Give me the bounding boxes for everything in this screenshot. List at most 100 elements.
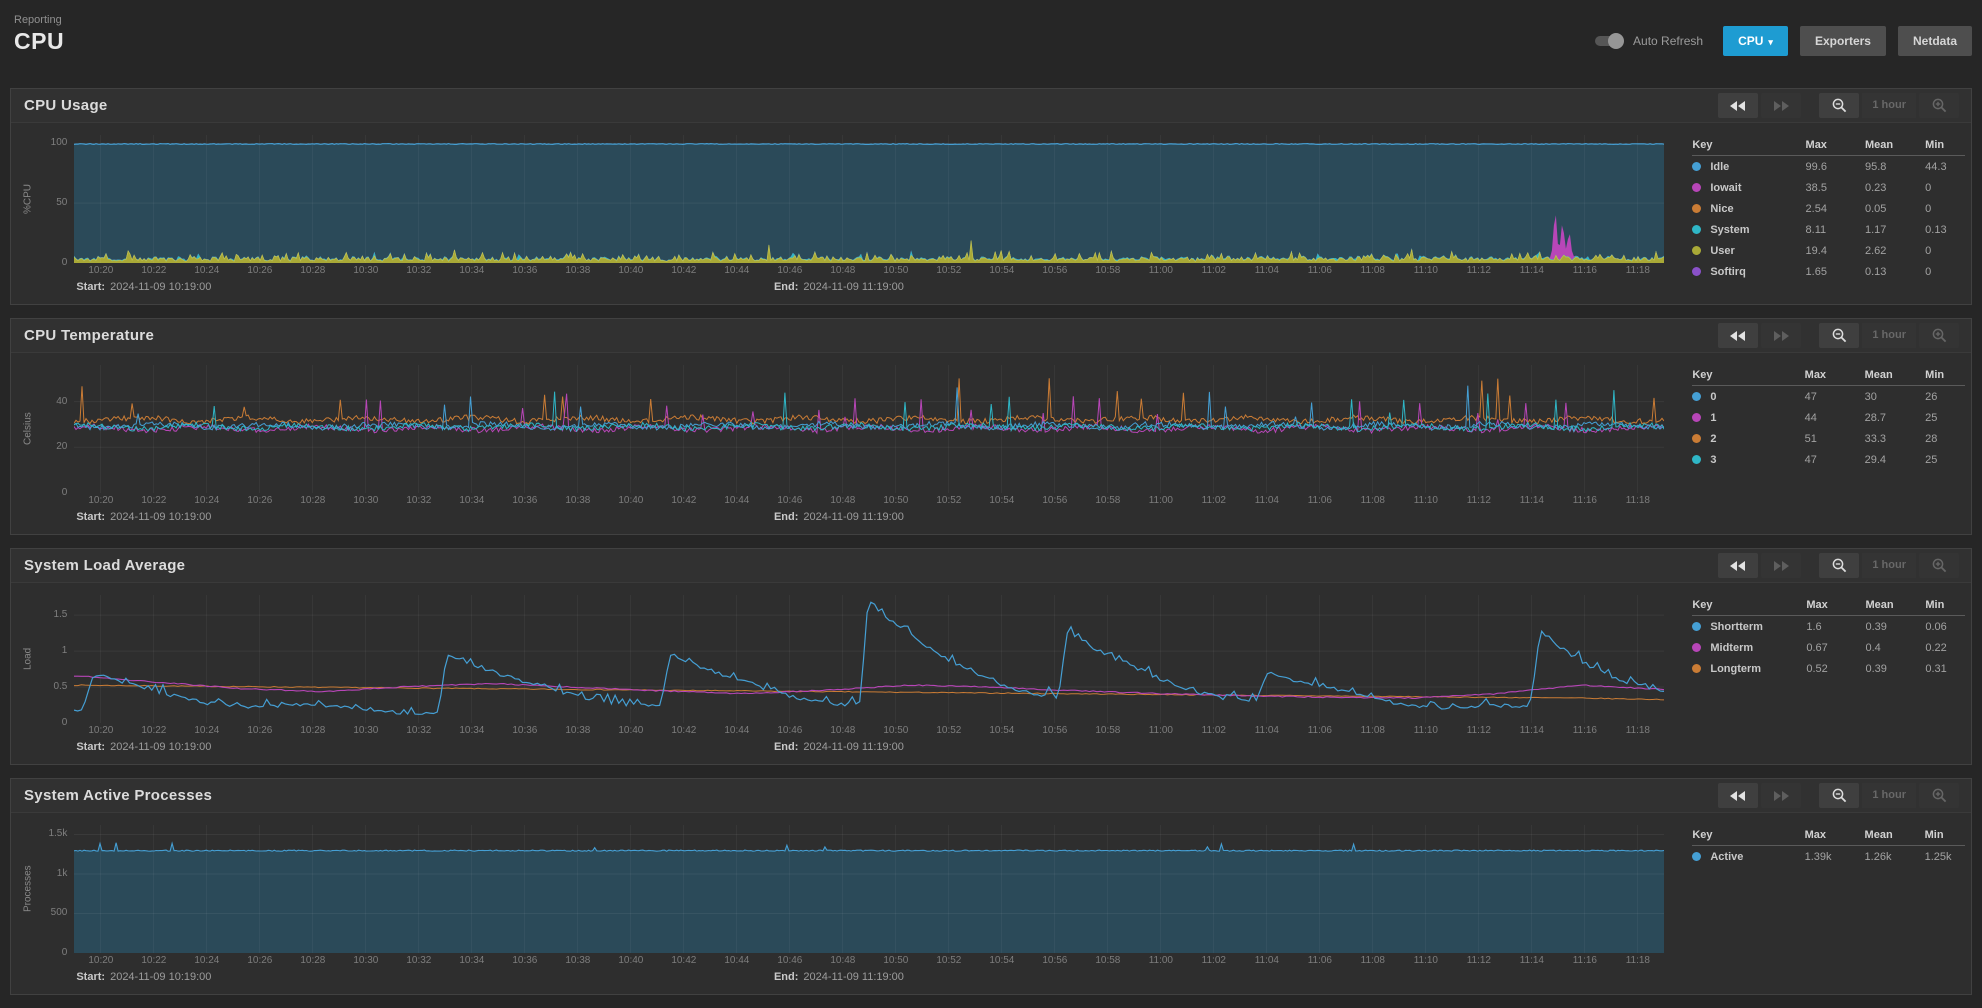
x-tick: 11:18 [1625, 495, 1650, 506]
x-tick: 11:12 [1466, 265, 1491, 276]
zoom-in-button[interactable] [1919, 553, 1959, 578]
start-label: Start: [76, 281, 106, 293]
exporters-button[interactable]: Exporters [1799, 26, 1886, 56]
legend-header-max: Max [1805, 136, 1865, 156]
series-color-dot [1692, 621, 1702, 631]
legend-value: 51 [1804, 432, 1817, 445]
zoom-in-button[interactable] [1919, 323, 1959, 348]
chart-plot[interactable] [74, 135, 1665, 263]
series-color-dot [1692, 203, 1702, 213]
legend-value: 30 [1864, 390, 1877, 403]
end-time: End: 2024-11-09 11:19:00 [774, 511, 904, 523]
pan-forward-button[interactable] [1761, 93, 1802, 118]
zoom-out-button[interactable] [1819, 783, 1860, 808]
x-tick: 10:56 [1042, 955, 1068, 966]
start-value: 2024-11-09 10:19:00 [110, 971, 212, 983]
legend-value: 1.65 [1805, 265, 1827, 278]
x-tick: 11:10 [1413, 955, 1438, 966]
x-tick: 10:24 [194, 955, 220, 966]
legend-row[interactable]: 3 47 29.4 25 [1692, 449, 1965, 470]
x-tick: 10:28 [300, 495, 326, 506]
y-axis-label: Processes [22, 865, 34, 913]
x-tick: 11:06 [1307, 495, 1332, 506]
pan-backward-button[interactable] [1718, 553, 1759, 578]
zoom-out-button[interactable] [1819, 553, 1860, 578]
pan-forward-button[interactable] [1761, 783, 1802, 808]
x-tick: 10:32 [406, 495, 432, 506]
chart-toolbar: 1 hour [1718, 323, 1959, 348]
pan-backward-button[interactable] [1718, 323, 1759, 348]
legend-row[interactable]: System 8.11 1.17 0.13 [1692, 219, 1965, 240]
chart-plot[interactable] [74, 825, 1665, 953]
x-tick: 10:52 [936, 725, 962, 736]
cpu-dropdown-button[interactable]: CPU ▾ [1723, 26, 1788, 56]
legend-row[interactable]: 1 44 28.7 25 [1692, 407, 1965, 428]
interval-label: 1 hour [1862, 783, 1916, 808]
legend-row[interactable]: Active 1.39k 1.26k 1.25k [1692, 846, 1965, 868]
chart-legend: Key Max Mean Min Shortterm 1.6 0.39 0.06 Midterm… [1692, 596, 1965, 679]
x-tick: 10:40 [618, 265, 644, 276]
legend-row[interactable]: 2 51 33.3 28 [1692, 428, 1965, 449]
rewind-icon [1730, 560, 1746, 571]
end-value: 2024-11-09 11:19:00 [803, 511, 904, 523]
zoom-in-icon [1932, 788, 1946, 803]
end-time: End: 2024-11-09 11:19:00 [774, 281, 904, 293]
legend-row[interactable]: Nice 2.54 0.05 0 [1692, 198, 1965, 219]
end-value: 2024-11-09 11:19:00 [803, 971, 904, 983]
legend-row[interactable]: Iowait 38.5 0.23 0 [1692, 177, 1965, 198]
x-tick: 10:54 [989, 955, 1015, 966]
panel-header: CPU Temperature 1 hour [11, 319, 1971, 353]
x-tick: 10:52 [936, 495, 962, 506]
zoom-out-button[interactable] [1819, 323, 1860, 348]
top-bar: Reporting CPU Auto Refresh CPU ▾ Exporter… [0, 0, 1982, 88]
x-tick: 11:10 [1413, 725, 1438, 736]
legend-value: 8.11 [1805, 223, 1827, 236]
x-tick: 11:04 [1254, 495, 1279, 506]
legend-row[interactable]: Softirq 1.65 0.13 0 [1692, 261, 1965, 282]
x-tick: 10:50 [883, 955, 909, 966]
zoom-in-button[interactable] [1919, 93, 1959, 118]
pan-backward-button[interactable] [1718, 783, 1759, 808]
legend-row[interactable]: Idle 99.6 95.8 44.3 [1692, 156, 1965, 178]
zoom-in-button[interactable] [1919, 783, 1959, 808]
pan-forward-button[interactable] [1761, 323, 1802, 348]
chart-plot[interactable] [74, 365, 1665, 493]
interval-label: 1 hour [1862, 93, 1916, 118]
legend-row[interactable]: Longterm 0.52 0.39 0.31 [1692, 658, 1965, 679]
auto-refresh-toggle[interactable] [1595, 33, 1625, 49]
x-tick: 10:40 [618, 495, 644, 506]
x-tick: 10:40 [618, 725, 644, 736]
panel-header: CPU Usage 1 hour [11, 89, 1971, 123]
legend-value: 1.39k [1804, 850, 1832, 863]
pan-backward-button[interactable] [1718, 93, 1759, 118]
x-tick: 10:26 [247, 265, 273, 276]
panel-title: System Active Processes [24, 787, 213, 804]
y-tick: 20 [56, 441, 68, 453]
y-axis-ticks: 100 50 0 [37, 135, 74, 268]
x-tick: 10:28 [300, 725, 326, 736]
x-tick: 11:00 [1148, 265, 1173, 276]
time-range-row: Start: 2024-11-09 10:19:00 End: 2024-11-09… [74, 511, 1664, 529]
legend-row[interactable]: User 19.4 2.62 0 [1692, 240, 1965, 261]
zoom-out-button[interactable] [1819, 93, 1860, 118]
series-color-dot [1692, 663, 1702, 673]
x-tick: 10:34 [459, 495, 485, 506]
auto-refresh-label: Auto Refresh [1633, 34, 1704, 48]
legend-value: 26 [1925, 390, 1938, 403]
pan-forward-button[interactable] [1761, 553, 1802, 578]
series-color-dot [1692, 161, 1702, 171]
legend-table: Key Max Mean Min Shortterm 1.6 0.39 0.06 Midterm… [1692, 596, 1965, 679]
panel-body: Processes 1.5k 1k 500 0 10:20 10:22 10:24 10:2… [11, 813, 1971, 989]
interval-label: 1 hour [1862, 323, 1916, 348]
legend-row[interactable]: Midterm 0.67 0.4 0.22 [1692, 637, 1965, 658]
chart-plot[interactable] [74, 595, 1665, 723]
x-tick: 10:52 [936, 265, 962, 276]
x-tick: 10:20 [88, 955, 114, 966]
legend-table: Key Max Mean Min Idle 99.6 95.8 44.3 Iowait 38.5 0… [1692, 136, 1965, 282]
netdata-button[interactable]: Netdata [1897, 26, 1972, 56]
end-label: End: [773, 741, 799, 753]
chart-panel-system-active-processes: System Active Processes 1 hour Processes… [10, 778, 1972, 995]
legend-row[interactable]: 0 47 30 26 [1692, 386, 1965, 408]
legend-value: 1.26k [1864, 850, 1892, 863]
legend-row[interactable]: Shortterm 1.6 0.39 0.06 [1692, 616, 1965, 638]
